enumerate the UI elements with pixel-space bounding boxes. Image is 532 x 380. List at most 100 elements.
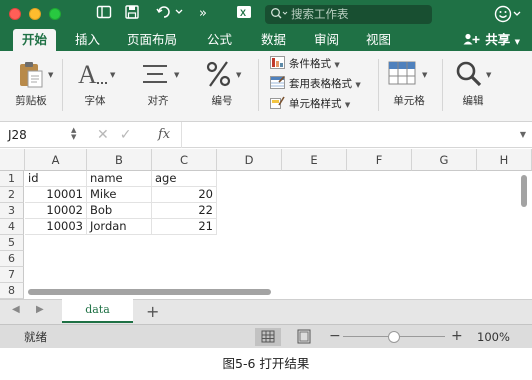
zoom-slider-thumb[interactable]: [388, 331, 400, 343]
add-sheet-icon[interactable]: +: [146, 302, 159, 321]
tab-home[interactable]: 开始: [13, 29, 57, 51]
tab-insert[interactable]: 插入: [75, 29, 100, 51]
column-header[interactable]: H: [477, 149, 532, 171]
grid-cell[interactable]: Jordan: [87, 219, 152, 235]
zoom-window-button[interactable]: [49, 8, 61, 20]
chevron-down-icon: ▼: [486, 71, 492, 79]
format-as-table-button[interactable]: 套用表格格式 ▼: [270, 75, 361, 93]
percent-icon: [206, 61, 231, 87]
search-sheet-input[interactable]: 搜索工作表: [265, 5, 432, 24]
tab-data[interactable]: 数据: [261, 29, 286, 51]
row-header[interactable]: 4: [0, 219, 24, 235]
cell-styles-button[interactable]: 单元格样式 ▼: [270, 95, 350, 113]
row-header[interactable]: 8: [0, 283, 24, 299]
chevron-down-icon: ▼: [344, 101, 351, 109]
conditional-formatting-button[interactable]: 条件格式 ▼: [270, 55, 340, 73]
grid-cell[interactable]: name: [87, 171, 152, 187]
figure-caption: 图5-6 打开结果: [222, 356, 310, 371]
ribbon-divider: [62, 59, 63, 111]
vertical-scrollbar[interactable]: [521, 175, 527, 207]
row-header[interactable]: 5: [0, 235, 24, 251]
page-layout-view-button[interactable]: [291, 328, 317, 346]
column-header[interactable]: E: [282, 149, 347, 171]
chevron-down-icon: ▼: [48, 71, 54, 79]
normal-view-icon: [261, 330, 275, 343]
chevron-down-icon: ▼: [355, 81, 361, 89]
cell-styles-icon: [270, 96, 285, 109]
tab-formulas[interactable]: 公式: [207, 29, 232, 51]
cells-group[interactable]: ▼ 单元格: [382, 51, 436, 122]
number-label: 编号: [211, 95, 233, 107]
grid-cell[interactable]: Mike: [87, 187, 152, 203]
sidebar-toggle-icon[interactable]: [96, 4, 112, 24]
row-header[interactable]: 7: [0, 267, 24, 283]
alignment-group[interactable]: ▼ 对齐: [130, 51, 186, 122]
zoom-in-button[interactable]: +: [451, 325, 463, 348]
zoom-level[interactable]: 100%: [477, 325, 510, 349]
horizontal-scrollbar[interactable]: [28, 289, 271, 295]
feedback-smiley-icon[interactable]: [494, 5, 524, 27]
next-sheet-icon[interactable]: ▶: [36, 304, 44, 315]
worksheet-grid[interactable]: A B C D E F G H 1 2 3 4 5 6 7 8 id name ag…: [0, 149, 532, 299]
chevron-down-icon: ▼: [514, 38, 520, 46]
title-bar: » X 搜索工作表: [0, 0, 532, 29]
row-header[interactable]: 1: [0, 171, 24, 187]
align-icon: [143, 65, 167, 83]
row-header[interactable]: 3: [0, 203, 24, 219]
editing-label: 编辑: [462, 95, 484, 107]
insert-function-icon[interactable]: fx: [158, 125, 170, 145]
name-box-stepper-icon[interactable]: ▲ ▼: [71, 127, 76, 141]
clipboard-label: 剪贴板: [15, 95, 47, 107]
grid-cell[interactable]: 10002: [25, 203, 87, 219]
row-header[interactable]: 6: [0, 251, 24, 267]
chevron-down-icon: ▼: [236, 71, 242, 79]
formula-bar: J28 ▲ ▼ ✕✓ fx ▼: [0, 122, 532, 148]
conditional-formatting-label: 条件格式: [289, 58, 331, 70]
column-header[interactable]: C: [152, 149, 217, 171]
ribbon-divider: [378, 59, 379, 111]
column-header[interactable]: F: [347, 149, 412, 171]
grid-cell[interactable]: id: [25, 171, 87, 187]
editing-group[interactable]: ▼ 编辑: [446, 51, 500, 122]
svg-text:A: A: [78, 60, 97, 89]
tab-review[interactable]: 审阅: [314, 29, 339, 51]
clipboard-group[interactable]: ▼ 剪贴板: [6, 51, 56, 122]
number-group[interactable]: ▼ 编号: [196, 51, 248, 122]
save-icon[interactable]: [124, 4, 140, 24]
grid-cell[interactable]: 20: [152, 187, 217, 203]
prev-sheet-icon[interactable]: ◀: [12, 304, 20, 315]
grid-cell[interactable]: 21: [152, 219, 217, 235]
search-placeholder: 搜索工作表: [291, 7, 349, 21]
minimize-window-button[interactable]: [29, 8, 41, 20]
more-commands-icon[interactable]: »: [199, 4, 207, 24]
grid-cell[interactable]: age: [152, 171, 217, 187]
tab-page-layout[interactable]: 页面布局: [127, 29, 177, 51]
cell-styles-label: 单元格样式: [289, 98, 342, 110]
formula-cancel-confirm-icons[interactable]: ✕✓: [97, 125, 142, 145]
grid-cell[interactable]: 10001: [25, 187, 87, 203]
expand-formula-icon[interactable]: ▼: [520, 130, 526, 139]
undo-icon[interactable]: [155, 4, 185, 24]
row-header[interactable]: 2: [0, 187, 24, 203]
font-group[interactable]: A ▼ 字体: [68, 51, 122, 122]
conditional-formatting-icon: [270, 56, 285, 69]
share-button[interactable]: 共享 ▼: [463, 29, 520, 51]
ribbon-divider: [258, 59, 259, 111]
grid-cell[interactable]: 10003: [25, 219, 87, 235]
status-bar: 就绪 − + 100%: [0, 324, 532, 348]
select-all-corner[interactable]: [0, 149, 25, 171]
sheet-tab-data[interactable]: data: [62, 299, 133, 323]
grid-cell[interactable]: Bob: [87, 203, 152, 219]
format-as-table-label: 套用表格格式: [289, 78, 352, 90]
column-header[interactable]: A: [25, 149, 87, 171]
column-header[interactable]: G: [412, 149, 477, 171]
tab-view[interactable]: 视图: [366, 29, 391, 51]
close-window-button[interactable]: [9, 8, 21, 20]
grid-cell[interactable]: 22: [152, 203, 217, 219]
formula-input[interactable]: [186, 126, 506, 144]
column-header[interactable]: B: [87, 149, 152, 171]
normal-view-button[interactable]: [255, 328, 281, 346]
font-icon: A: [78, 60, 107, 89]
zoom-out-button[interactable]: −: [329, 325, 341, 348]
column-header[interactable]: D: [217, 149, 282, 171]
